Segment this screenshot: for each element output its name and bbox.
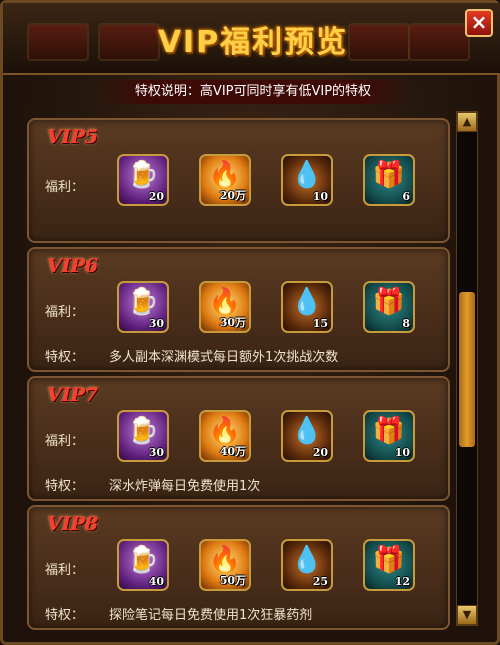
benefit-label: 福利： xyxy=(45,180,85,195)
privilege-notice: 特权说明：高VIP可同时享有低VIP的特权 xyxy=(98,80,408,104)
item-count: 6 xyxy=(402,190,410,203)
item-count: 40 xyxy=(148,575,164,588)
item-count: 20 xyxy=(148,190,164,203)
beer-bread-icon[interactable]: 🍺 30 xyxy=(117,410,169,462)
vip-tier-label: VIP7 xyxy=(47,384,99,406)
privilege-label: 特权： xyxy=(45,608,85,623)
item-count: 50万 xyxy=(219,574,246,587)
fire-icon[interactable]: 🔥 30万 xyxy=(199,281,251,333)
privilege-label: 特权： xyxy=(45,350,85,365)
privilege-text: 探险笔记每日免费使用1次狂暴药剂 xyxy=(109,608,313,623)
gift-box-icon[interactable]: 🎁 8 xyxy=(363,281,415,333)
close-button[interactable]: × xyxy=(465,9,493,37)
beer-bread-icon[interactable]: 🍺 20 xyxy=(117,154,169,206)
vip-tier-label: VIP5 xyxy=(47,126,99,148)
item-count: 20 xyxy=(312,446,328,459)
item-count: 30万 xyxy=(219,316,246,329)
gift-box-icon[interactable]: 🎁 12 xyxy=(363,539,415,591)
title-bar: VIP福利预览 xyxy=(3,3,500,75)
scrollbar[interactable]: ▲ ▼ xyxy=(456,111,478,626)
dark-drop-icon[interactable]: 💧 10 xyxy=(281,154,333,206)
dark-drop-icon[interactable]: 💧 15 xyxy=(281,281,333,333)
beer-bread-icon[interactable]: 🍺 30 xyxy=(117,281,169,333)
fire-icon[interactable]: 🔥 20万 xyxy=(199,154,251,206)
item-count: 12 xyxy=(394,575,410,588)
fire-icon[interactable]: 🔥 50万 xyxy=(199,539,251,591)
item-count: 10 xyxy=(394,446,410,459)
privilege-text: 多人副本深渊模式每日额外1次挑战次数 xyxy=(109,350,339,365)
item-count: 30 xyxy=(148,317,164,330)
scroll-down-icon[interactable]: ▼ xyxy=(457,605,477,625)
vip-tier-label: VIP8 xyxy=(47,513,99,535)
scroll-up-icon[interactable]: ▲ xyxy=(457,112,477,132)
fire-icon[interactable]: 🔥 40万 xyxy=(199,410,251,462)
scroll-thumb[interactable] xyxy=(459,292,475,447)
item-count: 20万 xyxy=(219,189,246,202)
vip-panel-8: VIP8 福利： 🍺 40 🔥 50万 💧 25 🎁 12 特权： 探险笔记每日免费使用… xyxy=(27,505,450,630)
vip-panel-7: VIP7 福利： 🍺 30 🔥 40万 💧 20 🎁 10 特权： 深水炸弹每日免费使用… xyxy=(27,376,450,501)
vip-tier-label: VIP6 xyxy=(47,255,99,277)
benefit-label: 福利： xyxy=(45,563,85,578)
item-count: 10 xyxy=(312,190,328,203)
gift-box-icon[interactable]: 🎁 10 xyxy=(363,410,415,462)
item-count: 40万 xyxy=(219,445,246,458)
privilege-text: 深水炸弹每日免费使用1次 xyxy=(109,479,261,494)
item-count: 30 xyxy=(148,446,164,459)
dark-drop-icon[interactable]: 💧 20 xyxy=(281,410,333,462)
item-count: 8 xyxy=(402,317,410,330)
gift-box-icon[interactable]: 🎁 6 xyxy=(363,154,415,206)
beer-bread-icon[interactable]: 🍺 40 xyxy=(117,539,169,591)
vip-panel-6: VIP6 福利： 🍺 30 🔥 30万 💧 15 🎁 8 特权： 多人副本深渊模式每日额… xyxy=(27,247,450,372)
benefit-label: 福利： xyxy=(45,434,85,449)
privilege-label: 特权： xyxy=(45,479,85,494)
benefit-label: 福利： xyxy=(45,305,85,320)
vip-preview-window: VIP福利预览 × 特权说明：高VIP可同时享有低VIP的特权 VIP5 福利：… xyxy=(0,0,500,645)
item-count: 25 xyxy=(312,575,328,588)
vip-panel-5: VIP5 福利： 🍺 20 🔥 20万 💧 10 🎁 6 xyxy=(27,118,450,243)
window-title: VIP福利预览 xyxy=(157,25,349,60)
item-count: 15 xyxy=(312,317,328,330)
dark-drop-icon[interactable]: 💧 25 xyxy=(281,539,333,591)
